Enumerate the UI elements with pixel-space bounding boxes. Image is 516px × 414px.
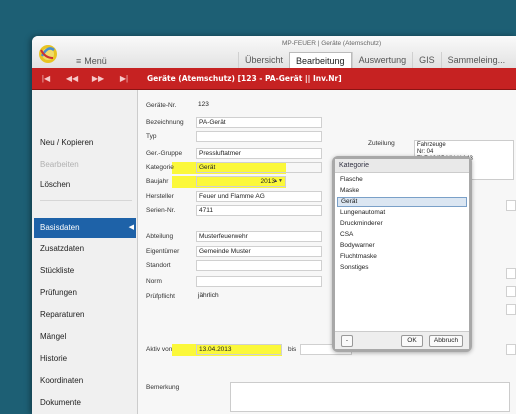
record-title: Geräte (Atemschutz) [123 - PA-Gerät || I… bbox=[147, 74, 342, 83]
norm-field[interactable] bbox=[196, 276, 322, 287]
hamburger-icon: ≡ bbox=[76, 56, 82, 66]
ok-button[interactable]: OK bbox=[401, 335, 423, 347]
eigentuemer-field[interactable]: Gemeinde Muster bbox=[196, 246, 322, 257]
zuteilung-line: Fahrzeuge bbox=[417, 142, 446, 148]
popup-footer: - OK Abbruch bbox=[335, 331, 469, 349]
edit-action: Bearbeiten bbox=[40, 160, 79, 169]
window-title: MP-FEUER | Geräte (Atemschutz) bbox=[282, 40, 382, 47]
bemerkung-textarea[interactable] bbox=[230, 382, 510, 412]
app-logo-icon bbox=[39, 45, 57, 63]
typ-label: Typ bbox=[146, 133, 157, 140]
kategorie-option[interactable]: Sonstiges bbox=[337, 263, 467, 273]
zuteilung-label: Zuteilung bbox=[368, 140, 395, 147]
bemerkung-label: Bemerkung bbox=[146, 384, 180, 391]
abteilung-label: Abteilung bbox=[146, 233, 174, 240]
sidebar-item-koordinaten[interactable]: Koordinaten bbox=[40, 376, 83, 385]
serien-nr-label: Serien-Nr. bbox=[146, 207, 176, 214]
eigentuemer-label: Eigentümer bbox=[146, 248, 180, 255]
next-record-icon[interactable]: ▶▶ bbox=[88, 71, 108, 87]
new-copy-action[interactable]: Neu / Kopieren bbox=[40, 138, 93, 147]
sidebar-item-zusatzdaten[interactable]: Zusatzdaten bbox=[40, 244, 84, 253]
abteilung-field[interactable]: Musterfeuerwehr bbox=[196, 231, 322, 242]
pruefpflicht-value: jährlich bbox=[198, 292, 219, 299]
standort-field[interactable] bbox=[196, 260, 322, 271]
sidebar: Neu / Kopieren Bearbeiten Löschen Basisd… bbox=[32, 90, 138, 414]
aktiv-von-field[interactable]: 13.04.2013 bbox=[196, 344, 282, 355]
serien-nr-field[interactable]: 4711 bbox=[196, 205, 322, 216]
side-field-1[interactable] bbox=[506, 200, 516, 211]
sidebar-divider bbox=[40, 200, 132, 201]
kategorie-option[interactable]: Flasche bbox=[337, 175, 467, 185]
side-field-5[interactable] bbox=[506, 344, 516, 355]
bezeichnung-label: Bezeichnung bbox=[146, 119, 184, 126]
side-field-3[interactable] bbox=[506, 286, 516, 297]
ger-gruppe-field[interactable]: Pressluftatmer bbox=[196, 148, 322, 159]
chevron-left-icon: ◀ bbox=[128, 224, 134, 231]
menu-label: Menü bbox=[84, 56, 107, 66]
tab-sammeleingabe[interactable]: Sammeleing... bbox=[440, 52, 512, 68]
bis-label: bis bbox=[288, 346, 297, 353]
zuteilung-line: Nr: 04 bbox=[417, 149, 434, 155]
sidebar-item-stueckliste[interactable]: Stückliste bbox=[40, 266, 74, 275]
previous-record-icon[interactable]: ◀◀ bbox=[62, 71, 82, 87]
pruefpflicht-label: Prüfpflicht bbox=[146, 293, 175, 300]
record-toolbar: |◀ ◀◀ ▶▶ ▶| Geräte (Atemschutz) [123 - P… bbox=[32, 68, 516, 90]
geraete-nr-value: 123 bbox=[198, 101, 209, 108]
aktiv-von-label: Aktiv von bbox=[146, 346, 173, 353]
kategorie-option[interactable]: Bodywarner bbox=[337, 241, 467, 251]
side-field-4[interactable] bbox=[506, 304, 516, 315]
kategorie-option[interactable]: CSA bbox=[337, 230, 467, 240]
kategorie-option[interactable]: Lungenautomat bbox=[337, 208, 467, 218]
main-tabs: Übersicht Bearbeitung Auswertung GIS Sam… bbox=[238, 52, 511, 68]
ger-gruppe-label: Ger.-Gruppe bbox=[146, 150, 183, 157]
standort-label: Standort bbox=[146, 262, 171, 269]
last-record-icon[interactable]: ▶| bbox=[114, 71, 134, 87]
side-field-2[interactable] bbox=[506, 268, 516, 279]
minus-button[interactable]: - bbox=[341, 335, 353, 347]
cancel-button[interactable]: Abbruch bbox=[429, 335, 463, 347]
delete-action[interactable]: Löschen bbox=[40, 180, 70, 189]
tab-gis[interactable]: GIS bbox=[412, 52, 441, 68]
baujahr-field[interactable]: 2013 ▲▼ bbox=[196, 176, 286, 187]
norm-label: Norm bbox=[146, 278, 162, 285]
kategorie-option-selected[interactable]: Gerät bbox=[337, 197, 467, 207]
hersteller-label: Hersteller bbox=[146, 193, 174, 200]
app-window: MP-FEUER | Geräte (Atemschutz) ≡ Menü Üb… bbox=[32, 36, 516, 414]
kategorie-field[interactable]: Gerät bbox=[196, 162, 322, 173]
sidebar-item-basisdaten[interactable]: Basisdaten ◀ bbox=[34, 218, 136, 238]
baujahr-label: Baujahr bbox=[146, 178, 169, 185]
sidebar-item-maengel[interactable]: Mängel bbox=[40, 332, 66, 341]
tab-bearbeitung[interactable]: Bearbeitung bbox=[289, 52, 352, 68]
kategorie-label: Kategorie bbox=[146, 164, 174, 171]
first-record-icon[interactable]: |◀ bbox=[36, 71, 56, 87]
kategorie-option[interactable]: Fluchtmaske bbox=[337, 252, 467, 262]
sidebar-item-label: Basisdaten bbox=[40, 223, 80, 232]
sidebar-item-pruefungen[interactable]: Prüfungen bbox=[40, 288, 77, 297]
kategorie-option[interactable]: Maske bbox=[337, 186, 467, 196]
kategorie-option[interactable]: Druckminderer bbox=[337, 219, 467, 229]
kategorie-popup: Kategorie Flasche Maske Gerät Lungenauto… bbox=[332, 156, 472, 352]
hersteller-field[interactable]: Feuer und Flamme AG bbox=[196, 191, 322, 202]
sidebar-item-historie[interactable]: Historie bbox=[40, 354, 67, 363]
menu-button[interactable]: ≡ Menü bbox=[76, 55, 107, 67]
title-bar: MP-FEUER | Geräte (Atemschutz) ≡ Menü Üb… bbox=[32, 36, 516, 68]
typ-field[interactable] bbox=[196, 131, 322, 142]
geraete-nr-label: Geräte-Nr. bbox=[146, 102, 177, 109]
sidebar-item-dokumente[interactable]: Dokumente bbox=[40, 398, 81, 407]
bezeichnung-field[interactable]: PA-Gerät bbox=[196, 117, 322, 128]
tab-auswertung[interactable]: Auswertung bbox=[351, 52, 413, 68]
popup-title: Kategorie bbox=[335, 159, 469, 173]
sidebar-item-reparaturen[interactable]: Reparaturen bbox=[40, 310, 84, 319]
spinner-icon[interactable]: ▲▼ bbox=[273, 177, 283, 186]
tab-uebersicht[interactable]: Übersicht bbox=[238, 52, 289, 68]
